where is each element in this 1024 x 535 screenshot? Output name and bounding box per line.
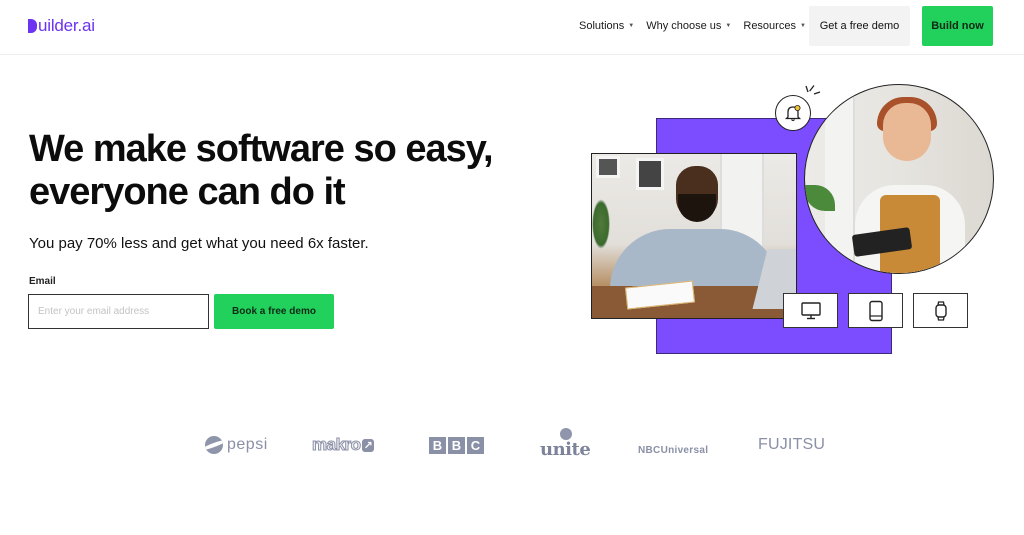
- email-label: Email: [29, 276, 56, 287]
- bell-notification-icon: [784, 105, 802, 122]
- hero-title-line-2: everyone can do it: [29, 171, 346, 213]
- caret-down-icon: ▼: [799, 23, 806, 29]
- caret-down-icon: ▼: [725, 23, 732, 29]
- book-free-demo-button[interactable]: Book a free demo: [214, 294, 334, 329]
- photo-man-working: [591, 153, 797, 319]
- device-tablet-tile: [848, 293, 903, 328]
- nav-solutions[interactable]: Solutions ▼: [579, 20, 634, 32]
- makro-arrow-icon: ↗: [361, 438, 375, 452]
- get-free-demo-button[interactable]: Get a free demo: [809, 6, 910, 46]
- nav-why-choose-us[interactable]: Why choose us ▼: [646, 20, 731, 32]
- email-input[interactable]: [28, 294, 209, 329]
- virgin-unite-logo: unite: [540, 425, 591, 465]
- nav-resources[interactable]: Resources ▼: [743, 20, 806, 32]
- desktop-icon: [800, 301, 821, 319]
- bbc-logo: B B C: [429, 425, 484, 465]
- nbcuniversal-logo: NBCUniversal: [638, 444, 709, 456]
- main-nav: Solutions ▼ Why choose us ▼ Resources ▼: [579, 0, 818, 52]
- tablet-icon: [868, 300, 883, 321]
- build-now-button[interactable]: Build now: [922, 6, 993, 46]
- photo-woman-with-tablet: [804, 84, 994, 274]
- pepsi-logo: pepsi: [205, 425, 268, 465]
- notification-badge: [775, 95, 811, 131]
- pepsi-globe-icon: [205, 436, 223, 454]
- hero-title-line-1: We make software so easy,: [29, 128, 494, 170]
- makro-logo: makro ↗: [312, 435, 375, 455]
- bell-rays-icon: [805, 85, 821, 95]
- hero-title: We make software so easy, everyone can d…: [29, 128, 549, 214]
- logo-mark-icon: [28, 19, 37, 33]
- site-header: uilder.ai Solutions ▼ Why choose us ▼ Re…: [0, 0, 1024, 55]
- fujitsu-logo: FUJITSU: [758, 436, 826, 453]
- device-desktop-tile: [783, 293, 838, 328]
- caret-down-icon: ▼: [628, 23, 635, 29]
- hero-subtitle: You pay 70% less and get what you need 6…: [29, 235, 369, 252]
- virgin-badge-icon: [560, 428, 572, 440]
- client-logos: pepsi makro ↗ B B C unite NBCUniversal F…: [0, 425, 1024, 465]
- builder-ai-logo[interactable]: uilder.ai: [28, 16, 95, 36]
- device-watch-tile: [913, 293, 968, 328]
- smartwatch-icon: [934, 300, 947, 321]
